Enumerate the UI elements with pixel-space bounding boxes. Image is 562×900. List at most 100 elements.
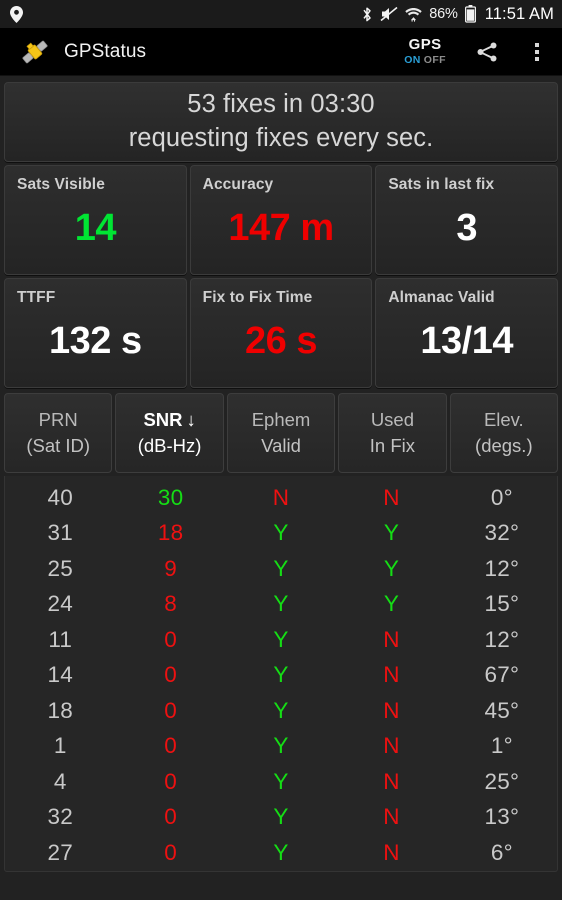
main-content: 53 fixes in 03:30 requesting fixes every… <box>0 76 562 872</box>
column-header-title: Elev. <box>483 409 524 431</box>
table-row[interactable]: 14 0 Y N 67° <box>5 658 557 694</box>
column-header-title: PRN <box>38 409 78 431</box>
stat-label: Accuracy <box>202 176 274 193</box>
satellite-ephem-cell: Y <box>273 662 289 688</box>
stat-card-accuracy[interactable]: Accuracy 147 m <box>189 165 373 275</box>
satellite-used-cell: N <box>383 804 400 830</box>
clock-label: 11:51 AM <box>484 4 554 23</box>
satellite-ephem-cell: Y <box>273 733 289 759</box>
satellite-icon <box>20 37 50 67</box>
table-row[interactable]: 40 30 N N 0° <box>5 480 557 516</box>
satellite-table-body[interactable]: 40 30 N N 0° 31 18 Y Y 32° 25 9 Y Y 12° 24 8 Y Y 15° 11 0 Y N 12… <box>4 476 558 872</box>
stat-card-ttff[interactable]: TTFF 132 s <box>4 278 187 388</box>
battery-percent-label: 86% <box>429 6 458 22</box>
table-row[interactable]: 24 8 Y Y 15° <box>5 587 557 623</box>
gps-state-off: OFF <box>423 54 446 67</box>
overflow-dot <box>535 42 539 47</box>
column-header-prn[interactable]: PRN (Sat ID) <box>4 393 113 473</box>
table-row[interactable]: 11 0 Y N 12° <box>5 622 557 658</box>
column-header-elevation[interactable]: Elev. (degs.) <box>449 393 559 473</box>
column-header-title: SNR ↓ <box>143 409 195 431</box>
satellite-ephem-cell: Y <box>273 626 289 652</box>
stat-value: 132 s <box>49 319 142 362</box>
share-icon[interactable] <box>474 39 500 65</box>
satellite-snr-cell: 0 <box>164 804 177 830</box>
stat-value: 3 <box>456 206 477 249</box>
satellite-snr-cell: 8 <box>164 591 177 617</box>
column-header-subtitle: (dB-Hz) <box>137 434 202 456</box>
satellite-prn-cell: 18 <box>47 697 73 723</box>
satellite-used-cell: N <box>383 626 400 652</box>
battery-icon <box>464 5 476 23</box>
gps-state-on: ON <box>404 54 421 67</box>
column-header-subtitle: (degs.) <box>475 434 533 456</box>
stat-card-sats-visible[interactable]: Sats Visible 14 <box>4 165 187 275</box>
satellite-prn-cell: 40 <box>47 484 73 510</box>
satellite-prn-cell: 25 <box>47 555 73 581</box>
stat-value: 13/14 <box>420 319 513 362</box>
overflow-menu-icon[interactable] <box>526 39 548 65</box>
satellite-used-cell: Y <box>383 591 400 617</box>
table-row[interactable]: 1 0 Y N 1° <box>5 729 557 765</box>
satellite-used-cell: Y <box>383 520 400 546</box>
stat-label: TTFF <box>17 289 56 306</box>
column-header-ephem-valid[interactable]: Ephem Valid <box>226 393 336 473</box>
stats-row-1: Sats Visible 14 Accuracy 147 m Sats in l… <box>4 165 559 275</box>
column-header-subtitle: In Fix <box>369 434 416 456</box>
satellite-elevation-cell: 67° <box>484 662 520 688</box>
table-row[interactable]: 25 9 Y Y 12° <box>5 551 557 587</box>
app-title: GPStatus <box>64 40 147 62</box>
location-pin-icon <box>10 5 23 23</box>
satellite-elevation-cell: 25° <box>484 768 520 794</box>
gpstatus-app-window: 86% 11:51 AM GPStatus GPS ON OFF 53 fixe… <box>0 0 562 900</box>
column-header-snr[interactable]: SNR ↓ (dB-Hz) <box>115 393 224 473</box>
stat-card-almanac-valid[interactable]: Almanac Valid 13/14 <box>375 278 559 388</box>
table-row[interactable]: 27 0 Y N 6° <box>5 835 557 871</box>
satellite-ephem-cell: N <box>272 484 290 510</box>
satellite-table-header: PRN (Sat ID) SNR ↓ (dB-Hz) Ephem Valid Us… <box>4 393 559 473</box>
stat-value: 26 s <box>245 319 317 362</box>
satellite-ephem-cell: Y <box>273 768 289 794</box>
table-row[interactable]: 18 0 Y N 45° <box>5 693 557 729</box>
satellite-snr-cell: 18 <box>157 520 184 546</box>
satellite-elevation-cell: 15° <box>484 591 520 617</box>
gps-on-off-toggle[interactable]: GPS ON OFF <box>402 35 448 68</box>
stat-card-sats-in-last-fix[interactable]: Sats in last fix 3 <box>375 165 559 275</box>
column-header-used-in-fix[interactable]: Used In Fix <box>338 393 447 473</box>
gps-toggle-states: ON OFF <box>404 55 446 66</box>
satellite-prn-cell: 32 <box>47 804 73 830</box>
stat-value: 147 m <box>228 206 334 249</box>
satellite-prn-cell: 27 <box>47 839 73 865</box>
satellite-snr-cell: 0 <box>164 697 177 723</box>
column-header-subtitle: (Sat ID) <box>26 434 91 456</box>
bluetooth-icon <box>361 6 373 23</box>
fix-interval-line: requesting fixes every sec. <box>128 124 434 152</box>
satellite-elevation-cell: 13° <box>484 804 520 830</box>
stat-card-fix-to-fix-time[interactable]: Fix to Fix Time 26 s <box>189 278 373 388</box>
satellite-snr-cell: 0 <box>164 839 177 865</box>
table-row[interactable]: 32 0 Y N 13° <box>5 800 557 836</box>
satellite-ephem-cell: Y <box>273 839 289 865</box>
column-header-text: SNR <box>143 409 183 431</box>
satellite-elevation-cell: 45° <box>484 697 520 723</box>
stat-label: Sats in last fix <box>388 176 495 193</box>
satellite-prn-cell: 24 <box>47 591 73 617</box>
satellite-ephem-cell: Y <box>273 591 289 617</box>
table-row[interactable]: 31 18 Y Y 32° <box>5 516 557 552</box>
satellite-used-cell: Y <box>383 555 400 581</box>
overflow-dot <box>535 49 539 54</box>
satellite-ephem-cell: Y <box>273 804 289 830</box>
satellite-snr-cell: 0 <box>164 662 177 688</box>
satellite-used-cell: N <box>383 697 400 723</box>
satellite-prn-cell: 14 <box>47 662 73 688</box>
table-row[interactable]: 4 0 Y N 25° <box>5 764 557 800</box>
stat-label: Fix to Fix Time <box>202 289 313 306</box>
fix-summary-banner: 53 fixes in 03:30 requesting fixes every… <box>4 82 558 162</box>
android-status-bar: 86% 11:51 AM <box>0 0 562 28</box>
satellite-used-cell: N <box>383 839 400 865</box>
satellite-used-cell: N <box>383 768 400 794</box>
satellite-ephem-cell: Y <box>273 520 289 546</box>
satellite-elevation-cell: 0° <box>490 484 513 510</box>
overflow-dot <box>535 56 539 61</box>
stat-value: 14 <box>74 206 117 249</box>
